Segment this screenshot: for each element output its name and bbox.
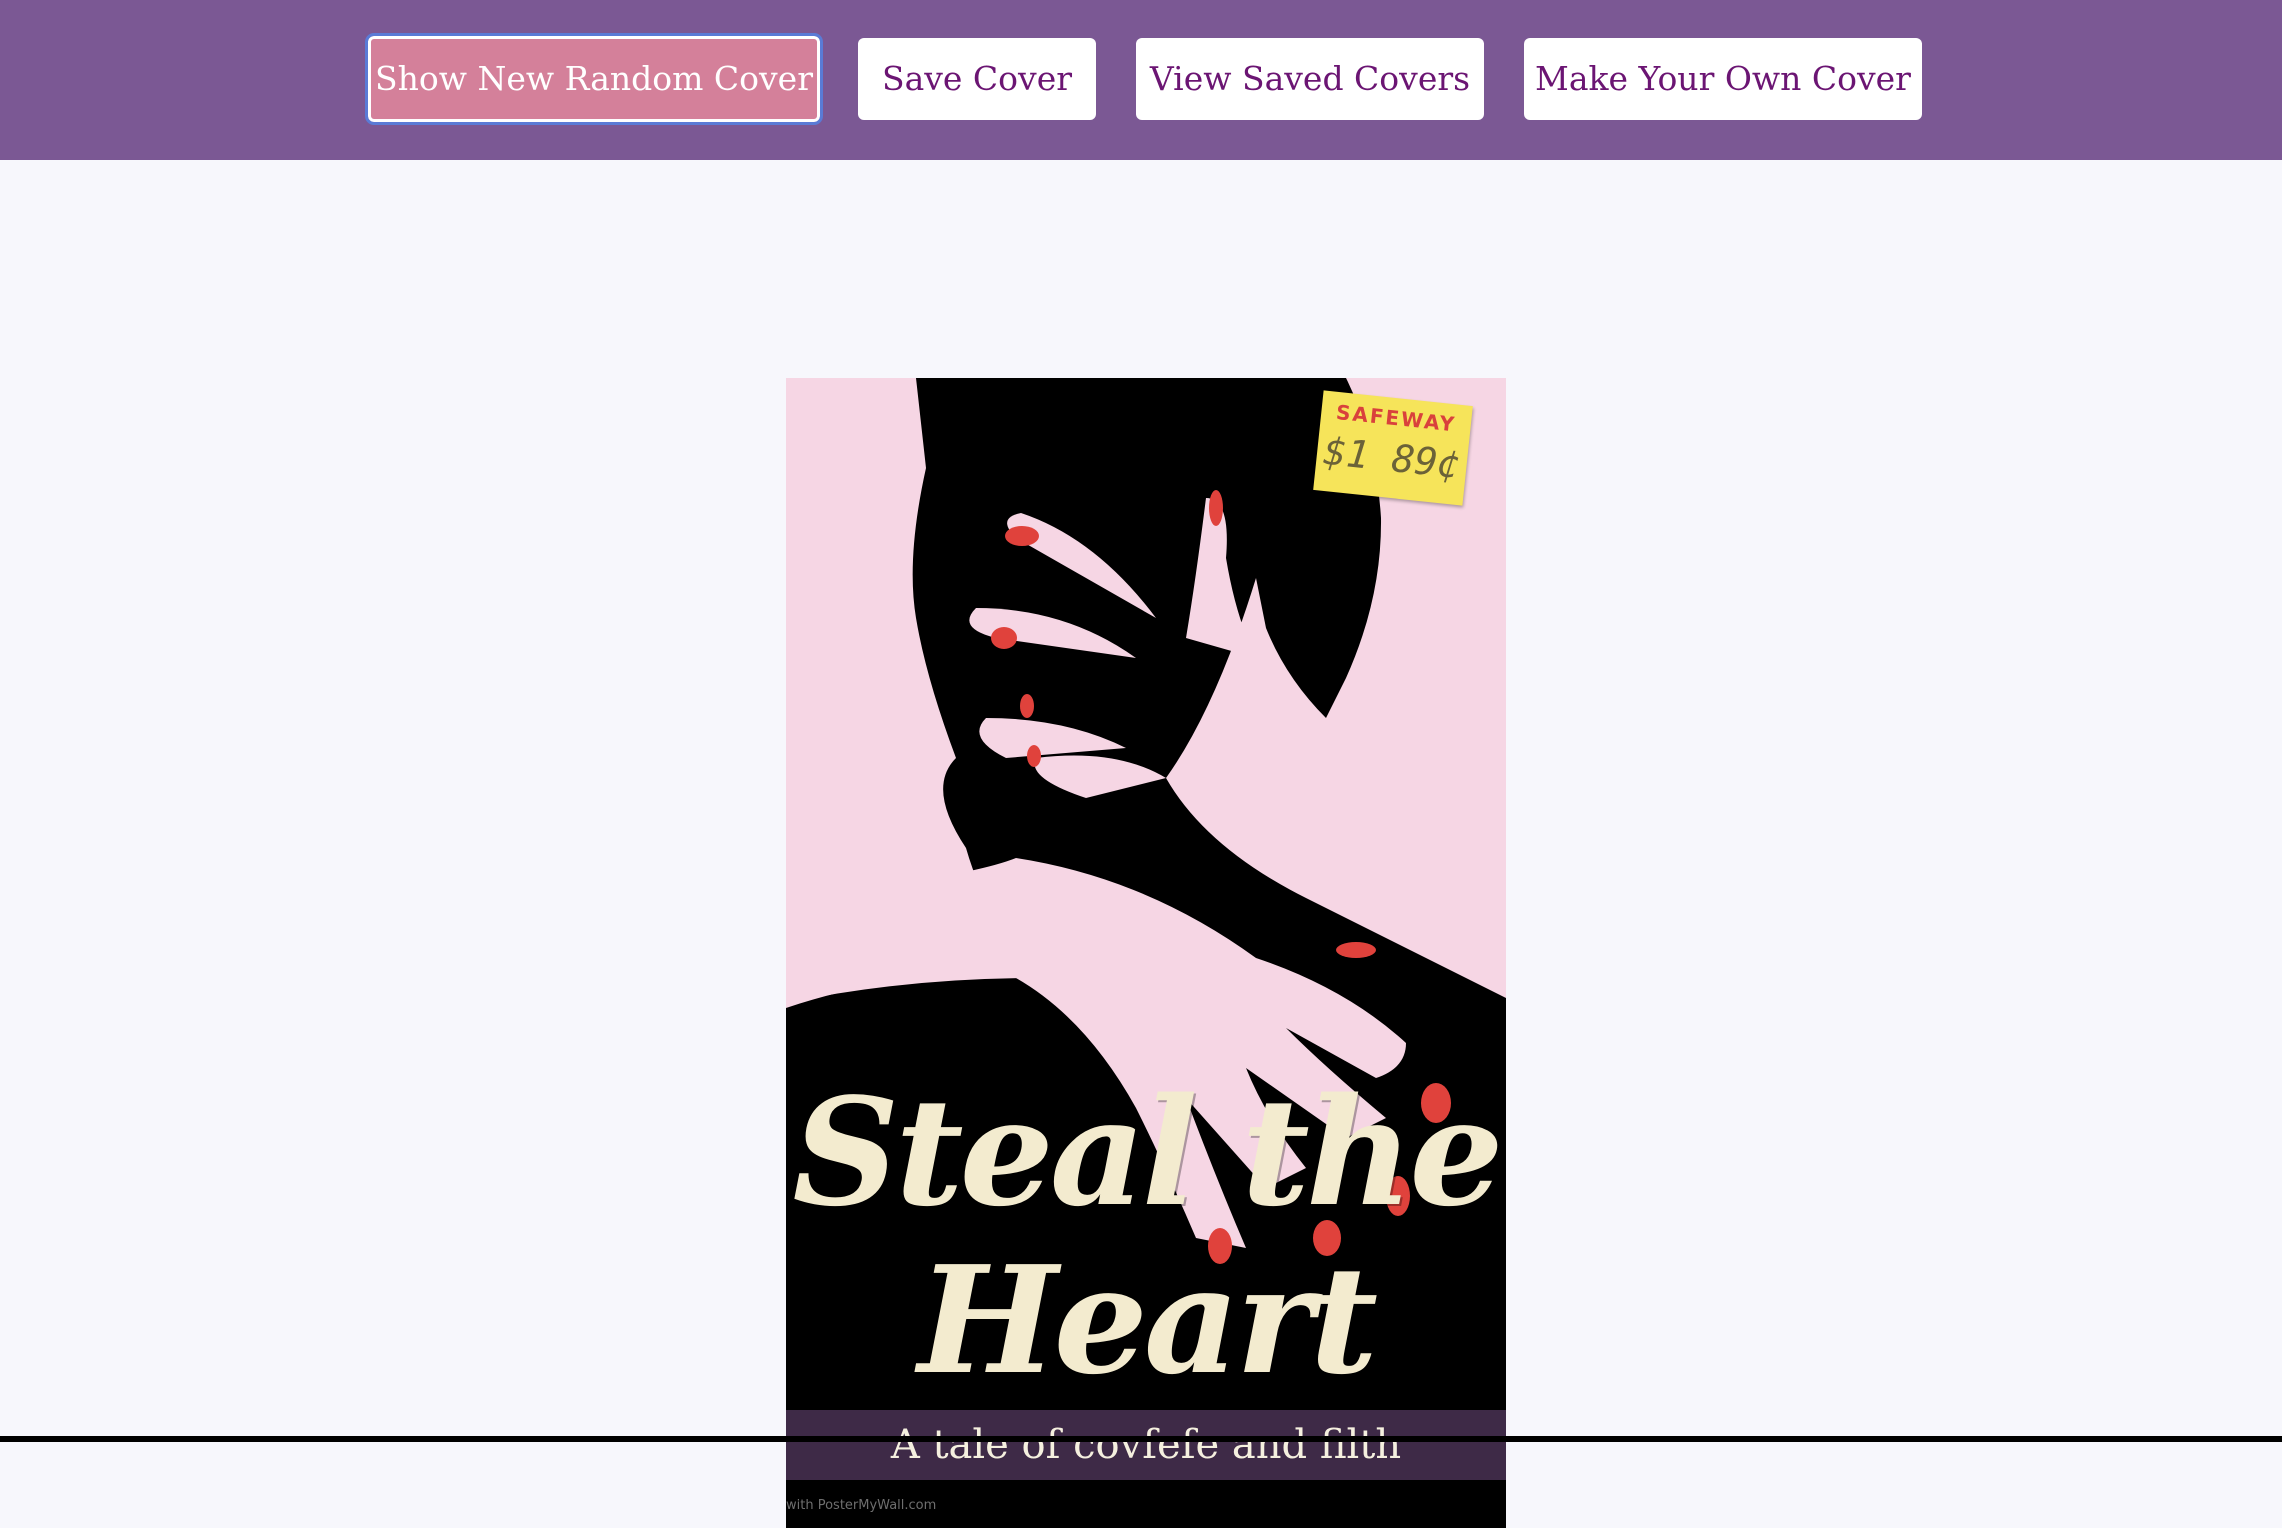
price-sticker: SAFEWAY $1 89¢	[1313, 390, 1473, 506]
book-cover: SAFEWAY $1 89¢ Steal the Heart A tale of…	[786, 378, 1506, 1528]
view-saved-covers-button[interactable]: View Saved Covers	[1136, 38, 1484, 120]
cover-title-line-2: Heart	[917, 1233, 1378, 1407]
sticker-price: $1 89¢	[1321, 428, 1463, 487]
main-cover-area: SAFEWAY $1 89¢ Steal the Heart A tale of…	[0, 160, 2282, 1528]
bottom-border	[0, 1436, 2282, 1442]
watermark-text: with PosterMyWall.com	[786, 1498, 937, 1513]
show-new-random-cover-button[interactable]: Show New Random Cover	[365, 33, 823, 125]
cover-tagline: A tale of covfefe and filth	[890, 1422, 1402, 1468]
top-nav-bar: Show New Random Cover Save Cover View Sa…	[0, 0, 2282, 160]
save-cover-button[interactable]: Save Cover	[858, 38, 1096, 120]
cover-title: Steal the Heart	[786, 1068, 1506, 1404]
tagline-bar: A tale of covfefe and filth	[786, 1410, 1506, 1480]
make-your-own-cover-button[interactable]: Make Your Own Cover	[1524, 38, 1922, 120]
cover-title-line-1: Steal the	[792, 1065, 1503, 1239]
